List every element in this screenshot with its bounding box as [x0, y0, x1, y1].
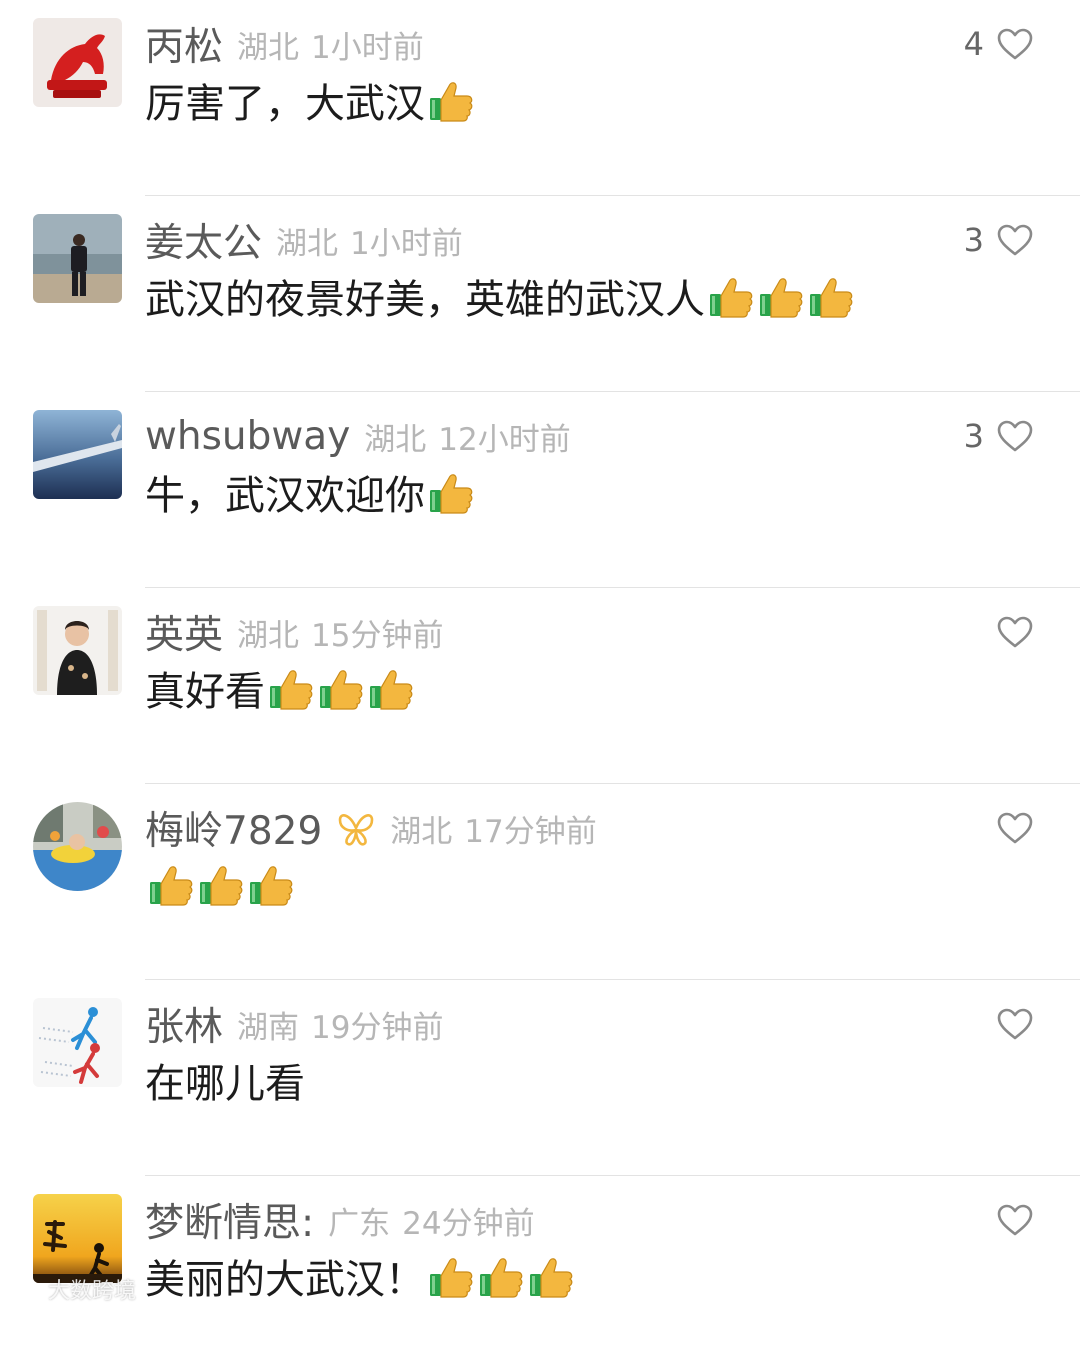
heart-icon[interactable]: [996, 1203, 1034, 1237]
location: 湖北: [237, 29, 300, 66]
comment-text: 真好看: [145, 669, 265, 715]
red-horse-statue-icon: [33, 18, 122, 107]
timestamp: 19分钟前: [311, 1009, 444, 1046]
watermark-logo-icon: [10, 1281, 40, 1297]
comment-item: whsubway 湖北 12小时前 牛，武汉欢迎你 3: [0, 392, 1080, 588]
thumbs-up-icon: [317, 664, 365, 712]
thumbs-up-icon: [527, 1252, 575, 1300]
like-control[interactable]: [984, 804, 1034, 852]
thumbs-up-icon: [197, 860, 245, 908]
thumbs-up-icon: [757, 272, 805, 320]
timestamp: 15分钟前: [311, 617, 444, 654]
timestamp: 24分钟前: [402, 1205, 535, 1242]
like-control[interactable]: 4: [964, 20, 1034, 68]
comment-text-row: 厉害了，大武汉: [145, 72, 477, 128]
username[interactable]: 姜太公: [145, 212, 262, 268]
watermark-text: 大数跨境: [48, 1279, 137, 1304]
comment-text-row: 牛，武汉欢迎你: [145, 464, 477, 520]
comment-item: 英英 湖北 15分钟前 真好看: [0, 588, 1080, 784]
heart-icon[interactable]: [996, 419, 1034, 453]
comment-text-row: 真好看: [145, 660, 417, 716]
username[interactable]: 丙松: [145, 16, 223, 72]
location: 湖北: [237, 617, 300, 654]
thumbs-up-icon: [707, 272, 755, 320]
running-figures-icon: [33, 998, 122, 1087]
timestamp: 1小时前: [311, 29, 424, 66]
thumbs-up-icon: [267, 664, 315, 712]
avatar[interactable]: [33, 802, 122, 891]
avatar[interactable]: [33, 606, 122, 695]
comment-text-row: 武汉的夜景好美，英雄的武汉人: [145, 268, 857, 324]
thumbs-up-icon: [427, 468, 475, 516]
butterfly-badge-icon: [336, 808, 376, 848]
comment-text-row: 在哪儿看: [145, 1052, 307, 1108]
location: 湖北: [276, 225, 339, 262]
emoji-group: [707, 272, 857, 320]
like-control[interactable]: [984, 1196, 1034, 1244]
comment-text-row: [145, 856, 297, 912]
location: 广东: [328, 1205, 391, 1242]
like-control[interactable]: [984, 608, 1034, 656]
thumbs-up-icon: [427, 76, 475, 124]
avatar[interactable]: [33, 410, 122, 499]
woman-portrait-icon: [33, 606, 122, 695]
like-control[interactable]: 3: [964, 412, 1034, 460]
heart-icon[interactable]: [996, 27, 1034, 61]
avatar[interactable]: [33, 1194, 122, 1283]
sunset-calligraphy-icon: [33, 1194, 122, 1283]
timestamp: 17分钟前: [464, 813, 597, 850]
thumbs-up-icon: [477, 1252, 525, 1300]
like-control[interactable]: [984, 1000, 1034, 1048]
emoji-group: [427, 76, 477, 124]
avatar[interactable]: [33, 214, 122, 303]
location: 湖北: [364, 421, 427, 458]
username[interactable]: whsubway: [145, 414, 350, 459]
comment-text-row: 美丽的大武汉！: [145, 1248, 577, 1304]
comment-item: 张林 湖南 19分钟前 在哪儿看: [0, 980, 1080, 1176]
avatar[interactable]: [33, 18, 122, 107]
heart-icon[interactable]: [996, 223, 1034, 257]
thumbs-up-icon: [147, 860, 195, 908]
thumbs-up-icon: [807, 272, 855, 320]
emoji-group: [147, 860, 297, 908]
location: 湖南: [237, 1009, 300, 1046]
comment-text: 武汉的夜景好美，英雄的武汉人: [145, 277, 705, 323]
comment-text: 在哪儿看: [145, 1061, 305, 1107]
watermark: 大数跨境: [8, 1274, 136, 1304]
emoji-group: [267, 664, 417, 712]
thumbs-up-icon: [427, 1252, 475, 1300]
emoji-group: [427, 1252, 577, 1300]
timestamp: 12小时前: [438, 421, 571, 458]
username[interactable]: 梅岭7829: [145, 800, 322, 856]
comment-text: 牛，武汉欢迎你: [145, 473, 425, 519]
comment-item: 梦断情思: 广东 24分钟前 美丽的大武汉！: [0, 1176, 1080, 1372]
heart-icon[interactable]: [996, 615, 1034, 649]
comment-item: 丙松 湖北 1小时前 厉害了，大武汉 4: [0, 0, 1080, 196]
child-swimming-pool-icon: [33, 802, 122, 891]
username[interactable]: 英英: [145, 604, 223, 660]
like-count: 3: [963, 221, 984, 259]
comment-item: 梅岭7829 湖北 17分钟前: [0, 784, 1080, 980]
heart-icon[interactable]: [996, 1007, 1034, 1041]
man-standing-by-sea-icon: [33, 214, 122, 303]
like-count: 4: [963, 25, 984, 63]
thumbs-up-icon: [367, 664, 415, 712]
location: 湖北: [390, 813, 453, 850]
heart-icon[interactable]: [996, 811, 1034, 845]
like-count: 3: [963, 417, 984, 455]
comment-item: 姜太公 湖北 1小时前 武汉的夜景好美，英雄的武汉人 3: [0, 196, 1080, 392]
username[interactable]: 梦断情思:: [145, 1192, 314, 1248]
like-control[interactable]: 3: [964, 216, 1034, 264]
username[interactable]: 张林: [145, 996, 223, 1052]
timestamp: 1小时前: [350, 225, 463, 262]
avatar[interactable]: [33, 998, 122, 1087]
comment-text: 厉害了，大武汉: [145, 81, 425, 127]
emoji-group: [427, 468, 477, 516]
thumbs-up-icon: [247, 860, 295, 908]
comment-text: 美丽的大武汉！: [145, 1257, 425, 1303]
airplane-wing-sky-icon: [33, 410, 122, 499]
